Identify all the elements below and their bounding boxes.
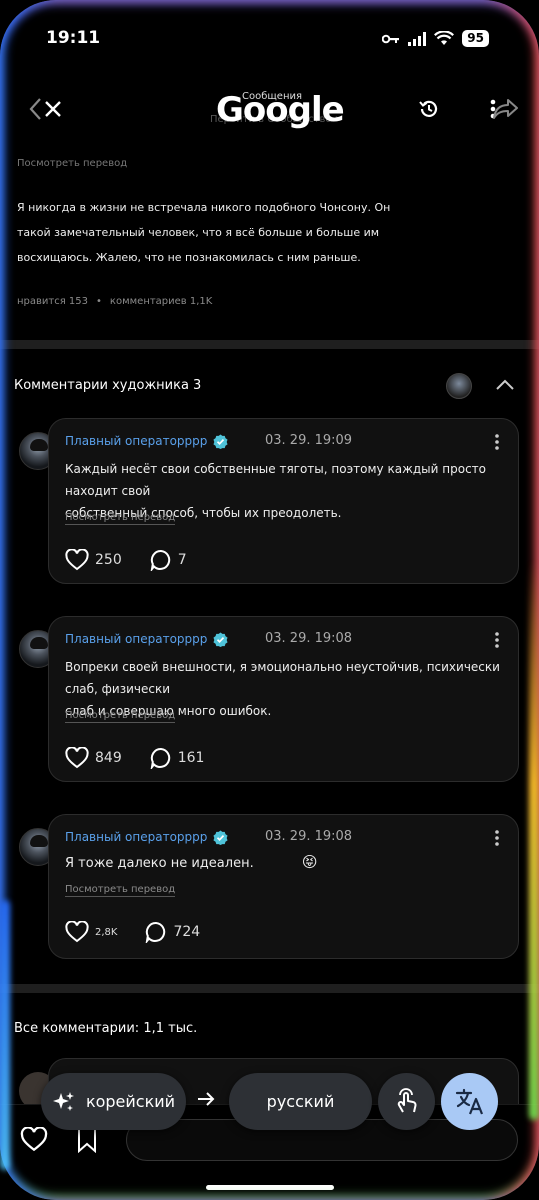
comment-text-line: Вопреки своей внешности, я эмоционально … [65, 660, 500, 696]
like-count: 2,8K [95, 926, 118, 938]
comment-text-line: Я тоже далеко не идеален. [65, 856, 254, 871]
history-icon [419, 100, 438, 117]
comment-more-icon[interactable] [494, 829, 500, 847]
comment-translate-link[interactable]: Посмотреть перевод [65, 512, 176, 525]
like-count: 849 [95, 750, 122, 766]
tap-translate-button[interactable] [378, 1073, 435, 1130]
heart-icon [20, 1126, 48, 1152]
heart-icon [65, 921, 89, 943]
status-icons: 95 [382, 30, 489, 47]
post-comments-count[interactable]: комментариев 1,1K [110, 296, 212, 307]
like-count: 250 [95, 552, 122, 568]
post-text-line: такой замечательный человек, что я всё б… [17, 226, 380, 239]
meta-dot: • [96, 296, 102, 307]
like-button[interactable]: 849 [65, 747, 122, 769]
comment-date: 03. 29. 19:08 [265, 829, 353, 844]
post-body: Посмотреть перевод Я никогда в жизни не … [17, 158, 517, 307]
comment-date: 03. 29. 19:09 [265, 433, 353, 448]
comment-actions: 849 161 [65, 747, 232, 769]
translate-button[interactable] [441, 1073, 498, 1130]
section-divider [0, 984, 539, 993]
comment-more-icon[interactable] [494, 433, 500, 451]
translate-icon [455, 1088, 483, 1114]
comment-translate-link[interactable]: Посмотреть перевод [65, 884, 176, 897]
post-likes-count: нравится 153 [17, 296, 89, 307]
bookmark-icon [78, 1128, 96, 1154]
key-icon [382, 34, 400, 43]
comment-author[interactable]: Плавный операторррр [65, 434, 207, 448]
tap-gesture-icon [397, 1087, 417, 1112]
history-button[interactable] [414, 94, 444, 124]
post-translate-link[interactable]: Посмотреть перевод [17, 158, 517, 169]
reply-button[interactable]: 7 [150, 549, 187, 571]
bookmark-button[interactable] [76, 1127, 98, 1157]
comment-author[interactable]: Плавный операторррр [65, 632, 207, 646]
post-like-button[interactable] [20, 1126, 48, 1156]
like-button[interactable]: 2,8K [65, 921, 117, 943]
status-time: 19:11 [46, 28, 101, 48]
post-text: Я никогда в жизни не встречала никого по… [17, 195, 517, 270]
close-icon [45, 101, 61, 117]
verified-badge-icon [213, 830, 228, 845]
source-language-button[interactable]: корейский [41, 1073, 186, 1130]
reply-button[interactable]: 161 [150, 747, 205, 769]
target-language-button[interactable]: русский [229, 1073, 372, 1130]
comment-bubble-icon [150, 747, 170, 769]
edge-glow-right [529, 560, 539, 1120]
comment-card: Плавный операторррр 03. 29. 19:09 Каждый… [48, 418, 519, 584]
phone-screen: 19:11 95 Перейти в Сообщество > Google С… [0, 0, 539, 1200]
post-meta: нравится 153 • комментариев 1,1K [17, 296, 517, 307]
edge-glow-left [0, 900, 10, 1170]
chevron-up-icon [496, 379, 514, 390]
comment-actions: 250 7 [65, 549, 215, 571]
verified-badge-icon [213, 632, 228, 647]
comment-text: Я тоже далеко не идеален. 😝 [65, 851, 505, 875]
comment-bubble-icon [150, 549, 170, 571]
share-icon [493, 99, 518, 119]
close-button[interactable] [38, 94, 68, 124]
logo-subtitle: Сообщения [242, 91, 303, 102]
comment-date: 03. 29. 19:08 [265, 631, 353, 646]
comment-emoji: 😝 [301, 853, 318, 871]
app-header: Перейти в Сообщество > Google Сообщения [0, 88, 539, 132]
battery-indicator: 95 [462, 30, 489, 47]
comment-text-line: Каждый несёт свои собственные тяготы, по… [65, 462, 487, 498]
verified-badge-icon [213, 434, 228, 449]
heart-icon [65, 747, 89, 769]
comment-more-icon[interactable] [494, 631, 500, 649]
comment-card: Плавный операторррр 03. 29. 19:08 Вопрек… [48, 616, 519, 782]
like-button[interactable]: 250 [65, 549, 122, 571]
post-text-line: Я никогда в жизни не встречала никого по… [17, 201, 391, 214]
home-indicator[interactable] [206, 1185, 334, 1190]
reply-count: 724 [173, 924, 201, 940]
heart-icon [65, 549, 89, 571]
collapse-section-button[interactable] [492, 372, 518, 398]
status-bar: 19:11 95 [0, 28, 539, 54]
signal-icon [408, 31, 427, 46]
reply-count: 7 [177, 552, 187, 568]
artist-avatar [446, 373, 472, 399]
comment-bubble-icon [146, 921, 166, 943]
all-comments-title: Все комментарии: 1,1 тыс. [14, 1021, 198, 1036]
share-button[interactable] [491, 94, 521, 124]
comment-card: Плавный операторррр 03. 29. 19:08 Я тоже… [48, 814, 519, 959]
reply-count: 161 [177, 750, 205, 766]
arrow-right-icon [198, 1092, 215, 1106]
comment-actions: 2,8K 724 [65, 921, 228, 943]
comment-translate-link[interactable]: Посмотреть перевод [65, 710, 176, 723]
artist-comments-title: Комментарии художника 3 [14, 378, 202, 393]
source-language-label: корейский [85, 1092, 176, 1111]
sparkle-icon [52, 1091, 74, 1111]
wifi-icon [434, 31, 455, 45]
reply-button[interactable]: 724 [145, 921, 200, 943]
target-language-label: русский [266, 1092, 335, 1111]
post-text-line: восхищаюсь. Жалею, что не познакомилась … [17, 251, 361, 264]
comment-author[interactable]: Плавный операторррр [65, 830, 207, 844]
section-divider [0, 340, 539, 349]
